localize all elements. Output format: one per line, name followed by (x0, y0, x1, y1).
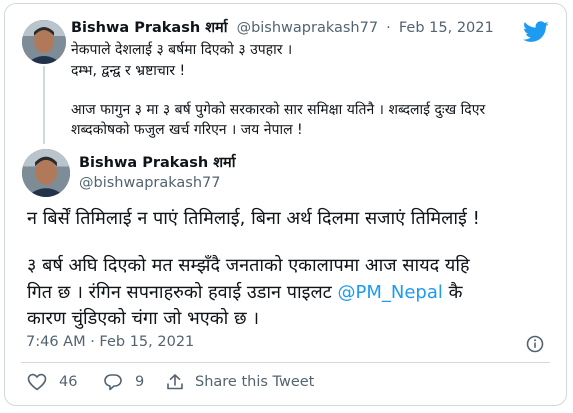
mention-link[interactable]: @PM_Nepal (337, 282, 442, 303)
quoted-text-line-4: शब्दकोषको फजुल खर्च गरिएन । जय नेपाल ! (71, 122, 303, 138)
reply-icon (104, 374, 122, 391)
tweet-text-line-3: गित छ । रंगिन सपनाहरुको हवाई उडान पाइलट … (27, 279, 462, 306)
tweet-timestamp[interactable]: 7:46 AM · Feb 15, 2021 (26, 334, 194, 350)
reply-action[interactable]: 9 (103, 373, 144, 391)
quoted-date[interactable]: Feb 15, 2021 (399, 20, 494, 36)
quoted-text-line-2: दम्भ, द्वन्द्व र भ्रष्टाचार ! (71, 63, 186, 79)
author-name[interactable]: Bishwa Prakash शर्मा (79, 152, 235, 172)
reply-count: 9 (135, 374, 145, 390)
twitter-logo-icon[interactable] (523, 21, 549, 43)
tweet-text-line-2: ३ बर्ष अघि दिएको मत सम्झँदै जनताको एकाला… (27, 255, 470, 276)
tweet-text-line-1: न बिर्सें तिमिलाई न पाएं तिमिलाई, बिना अ… (27, 208, 480, 229)
tweet-text-line-3-prefix: गित छ । रंगिन सपनाहरुको हवाई उडान पाइलट (27, 282, 338, 303)
tweet-text-line-3-suffix: कै (442, 282, 463, 303)
share-icon (167, 374, 183, 390)
like-count: 46 (59, 374, 78, 390)
quoted-header: Bishwa Prakash शर्मा @bishwaprakash77 · … (71, 17, 494, 37)
quoted-dot-separator: · (386, 20, 391, 36)
quoted-text-line-3: आज फागुन ३ मा ३ बर्ष पुगेको सरकारको सार … (71, 102, 486, 118)
share-action[interactable]: Share this Tweet (165, 373, 314, 391)
quoted-author-handle[interactable]: @bishwaprakash77 (237, 20, 379, 36)
quoted-author-name[interactable]: Bishwa Prakash शर्मा (71, 20, 227, 36)
thread-connector-line (43, 66, 45, 144)
share-label: Share this Tweet (195, 374, 315, 390)
heart-icon (27, 373, 47, 391)
author-handle[interactable]: @bishwaprakash77 (79, 175, 235, 191)
like-action[interactable]: 46 (27, 373, 77, 391)
tweet-card[interactable]: Bishwa Prakash शर्मा @bishwaprakash77 · … (4, 3, 567, 406)
quoted-avatar[interactable] (22, 20, 66, 64)
author-avatar[interactable] (22, 149, 70, 197)
actions-divider (21, 362, 550, 363)
info-icon[interactable] (526, 335, 544, 353)
tweet-text-line-4: कारण चुंडिएको चंगा जो भएको छ । (27, 308, 260, 329)
author-header: Bishwa Prakash शर्मा @bishwaprakash77 (79, 152, 235, 191)
quoted-text-line-1: नेकपाले देशलाई ३ बर्षमा दिएको ३ उपहार । (71, 42, 293, 58)
